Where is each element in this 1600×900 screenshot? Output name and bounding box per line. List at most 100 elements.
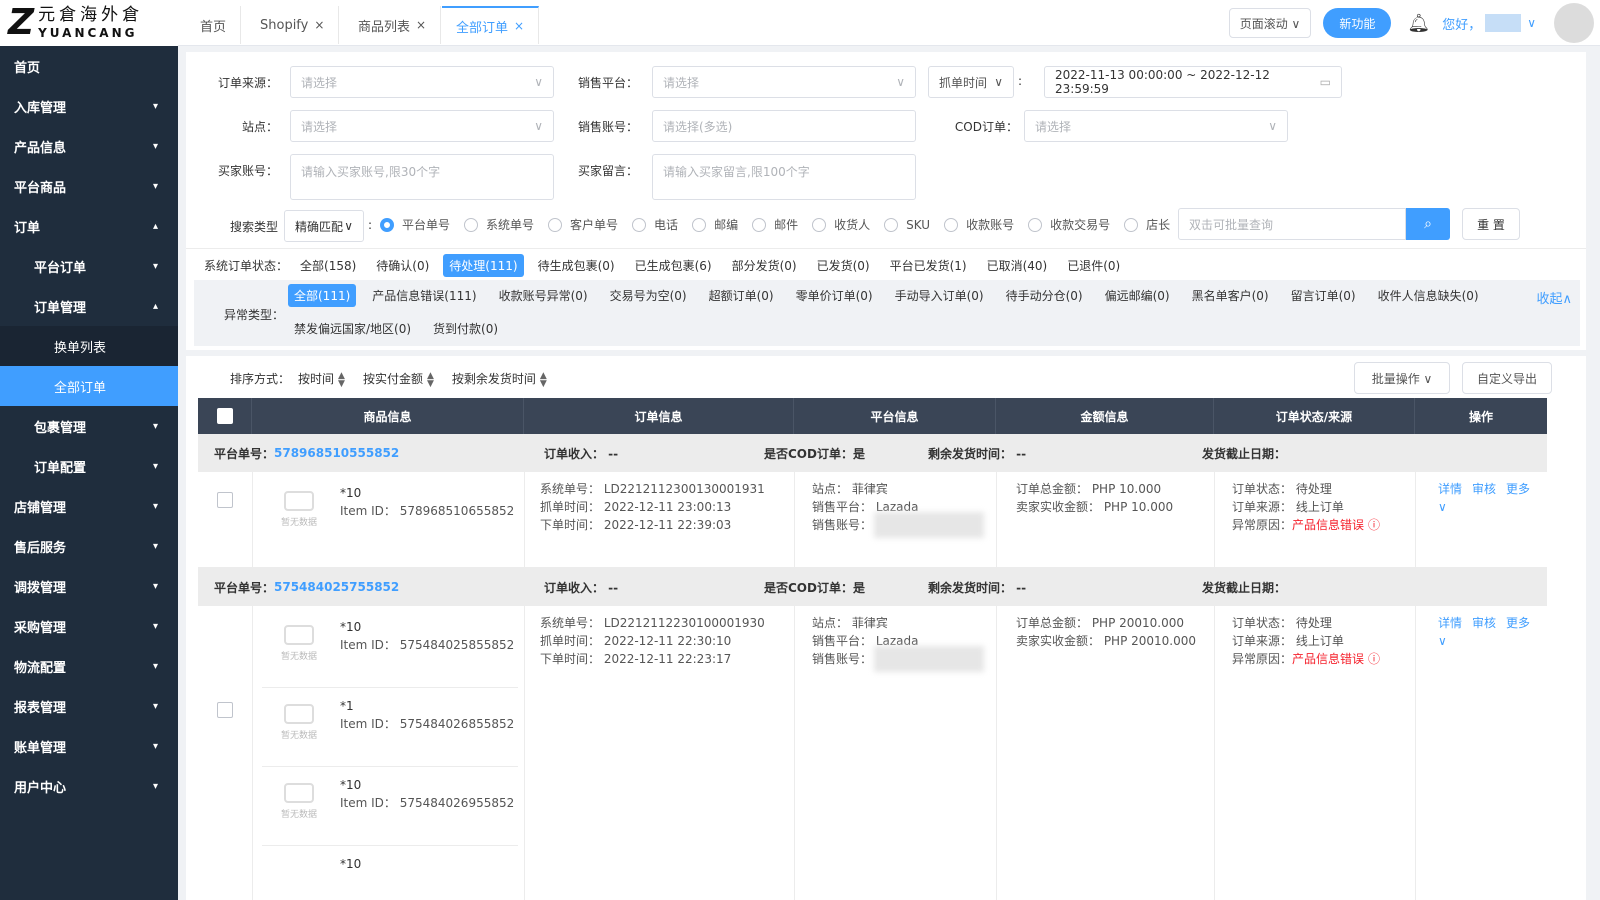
order-checkbox[interactable] (217, 492, 233, 508)
close-icon[interactable]: × (314, 18, 324, 32)
tab-shopify[interactable]: Shopify × (246, 6, 340, 44)
match-type-select[interactable]: 精确匹配 ∨ (284, 210, 364, 242)
exception-pill[interactable]: 货到付款(0) (427, 317, 504, 340)
exception-pill[interactable]: 留言订单(0) (1285, 284, 1362, 307)
status-pill[interactable]: 已取消(40) (981, 254, 1054, 277)
sidebar-item[interactable]: 平台订单 ▾ (0, 246, 178, 286)
exception-pill[interactable]: 全部(111) (288, 284, 357, 307)
sidebar-item[interactable]: 换单列表 (0, 326, 178, 366)
search-button[interactable]: ⌕ (1406, 208, 1450, 240)
grab-time-type-select[interactable]: 抓单时间 ∨ (928, 66, 1014, 98)
batch-operation-button[interactable]: 批量操作 ∨ (1354, 362, 1450, 394)
exception-pill[interactable]: 交易号为空(0) (604, 284, 693, 307)
search-field-radio[interactable]: 客户单号 (548, 216, 618, 233)
sidebar-item[interactable]: 物流配置 ▾ (0, 646, 178, 686)
page-scroll-select[interactable]: 页面滚动 ∨ (1228, 8, 1312, 38)
exception-pill[interactable]: 产品信息错误(111) (366, 284, 482, 307)
status-pill[interactable]: 待处理(111) (443, 254, 524, 277)
bell-icon[interactable]: 🔔︎ (1407, 13, 1430, 34)
search-field-radio[interactable]: 邮件 (752, 216, 798, 233)
search-field-radio[interactable]: 收款交易号 (1028, 216, 1110, 233)
sidebar-item[interactable]: 产品信息 ▾ (0, 126, 178, 166)
buyer-message-textarea[interactable]: 请输入买家留言,限100个字 (652, 154, 916, 200)
date-range-picker[interactable]: 2022-11-13 00:00:00 ~ 2022-12-12 23:59:5… (1044, 66, 1342, 98)
sidebar-item[interactable]: 平台商品 ▾ (0, 166, 178, 206)
status-pill[interactable]: 已发货(0) (811, 254, 876, 277)
sidebar-item[interactable]: 订单 ▴ (0, 206, 178, 246)
close-icon[interactable]: × (514, 19, 524, 33)
sidebar-item[interactable]: 采购管理 ▾ (0, 606, 178, 646)
sidebar-item[interactable]: 报表管理 ▾ (0, 686, 178, 726)
question-circle-icon[interactable]: ⓘ (1368, 652, 1380, 666)
exception-pill[interactable]: 黑名单客户(0) (1186, 284, 1275, 307)
sales-platform-select[interactable]: 请选择 ∨ (652, 66, 916, 98)
th-amount: 金额信息 (996, 398, 1214, 434)
search-field-radio[interactable]: 平台单号 (380, 216, 450, 233)
sidebar-item[interactable]: 订单管理 ▴ (0, 286, 178, 326)
action-detail[interactable]: 详情 (1438, 616, 1462, 630)
action-review[interactable]: 审核 (1472, 616, 1496, 630)
search-field-radio[interactable]: 收款账号 (944, 216, 1014, 233)
action-detail[interactable]: 详情 (1438, 482, 1462, 496)
tab-home[interactable]: 首页 (186, 6, 242, 44)
search-field-radio[interactable]: 电话 (632, 216, 678, 233)
sidebar-item-label: 订单配置 (34, 460, 87, 476)
sidebar-item[interactable]: 首页 (0, 46, 178, 86)
sidebar-item[interactable]: 账单管理 ▾ (0, 726, 178, 766)
status-pill[interactable]: 待生成包裹(0) (532, 254, 621, 277)
action-review[interactable]: 审核 (1472, 482, 1496, 496)
exception-pill[interactable]: 待手动分仓(0) (1000, 284, 1089, 307)
sort-option[interactable]: 按时间 ▲ ▼ (298, 371, 345, 388)
tab-product-list[interactable]: 商品列表 × (344, 6, 442, 44)
search-field-radio[interactable]: 邮编 (692, 216, 738, 233)
status-pill[interactable]: 已退件(0) (1061, 254, 1126, 277)
question-circle-icon[interactable]: ⓘ (1368, 518, 1380, 532)
search-field-radio[interactable]: 店长 (1124, 216, 1170, 233)
collapse-link[interactable]: 收起∧ (1536, 288, 1572, 307)
sidebar-item[interactable]: 入库管理 ▾ (0, 86, 178, 126)
site-select[interactable]: 请选择 ∨ (290, 110, 554, 142)
status-pill[interactable]: 平台已发货(1) (884, 254, 973, 277)
exception-pill[interactable]: 收件人信息缺失(0) (1372, 284, 1485, 307)
reset-button[interactable]: 重 置 (1462, 208, 1520, 240)
radio-circle-icon (884, 217, 899, 232)
avatar[interactable] (1554, 3, 1594, 43)
chevron-down-icon[interactable]: ∨ (1527, 16, 1536, 30)
status-pill[interactable]: 全部(158) (294, 254, 362, 277)
exception-pill[interactable]: 零单价订单(0) (790, 284, 879, 307)
tab-all-orders[interactable]: 全部订单 × (442, 6, 540, 44)
sort-option[interactable]: 按剩余发货时间 ▲ ▼ (452, 371, 547, 388)
sort-option[interactable]: 按实付金额 ▲ ▼ (363, 371, 434, 388)
sidebar-item[interactable]: 订单配置 ▾ (0, 446, 178, 486)
exception-pill[interactable]: 手动导入订单(0) (889, 284, 990, 307)
buyer-account-textarea[interactable]: 请输入买家账号,限30个字 (290, 154, 554, 200)
exception-pill[interactable]: 收款账号异常(0) (493, 284, 594, 307)
order-source-select[interactable]: 请选择 ∨ (290, 66, 554, 98)
status-pill[interactable]: 已生成包裹(6) (629, 254, 718, 277)
order-checkbox[interactable] (217, 702, 233, 718)
platform-order-number[interactable]: 575484025755852 (274, 580, 399, 594)
sidebar-item[interactable]: 包裹管理 ▾ (0, 406, 178, 446)
status-pill[interactable]: 待确认(0) (370, 254, 435, 277)
placeholder: 双击可批量查询 (1189, 217, 1274, 232)
exception-pill[interactable]: 禁发偏远国家/地区(0) (288, 317, 417, 340)
sidebar-item[interactable]: 用户中心 ▾ (0, 766, 178, 806)
close-icon[interactable]: × (416, 18, 426, 32)
sidebar-item[interactable]: 调拨管理 ▾ (0, 566, 178, 606)
batch-query-input[interactable]: 双击可批量查询 (1178, 208, 1406, 240)
select-all-checkbox[interactable] (216, 408, 233, 424)
search-field-radio[interactable]: 系统单号 (464, 216, 534, 233)
status-pill[interactable]: 部分发货(0) (726, 254, 803, 277)
search-field-radio[interactable]: SKU (884, 217, 930, 232)
custom-export-button[interactable]: 自定义导出 (1462, 362, 1552, 394)
sidebar-item[interactable]: 全部订单 (0, 366, 178, 406)
platform-order-number[interactable]: 578968510555852 (274, 446, 399, 460)
exception-pill[interactable]: 超额订单(0) (703, 284, 780, 307)
search-field-radio[interactable]: 收货人 (812, 216, 870, 233)
new-feature-button[interactable]: 新功能 (1323, 8, 1392, 38)
sidebar-item[interactable]: 售后服务 ▾ (0, 526, 178, 566)
exception-pill[interactable]: 偏远邮编(0) (1099, 284, 1176, 307)
sales-account-select[interactable]: 请选择(多选) (652, 110, 916, 142)
sidebar-item[interactable]: 店铺管理 ▾ (0, 486, 178, 526)
cod-select[interactable]: 请选择 ∨ (1024, 110, 1288, 142)
